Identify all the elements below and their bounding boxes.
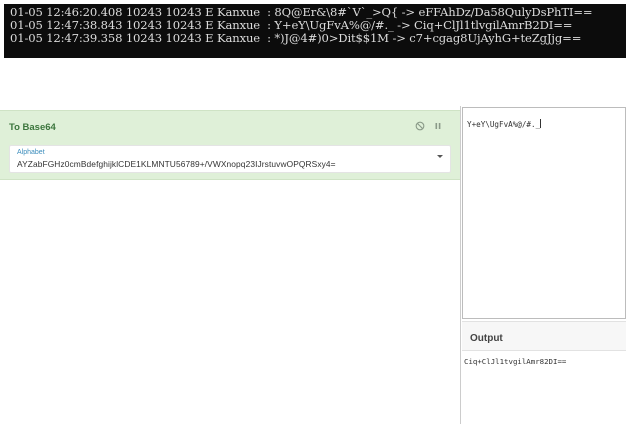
disable-icon[interactable] <box>414 120 426 132</box>
output-area[interactable]: Ciq+ClJl1tvgilAmr82DI== <box>462 352 626 418</box>
text-cursor <box>540 119 542 128</box>
recipe-panel: To Base64 Alphabet AYZabFGHz0cmBdefghijk… <box>0 106 460 424</box>
output-header: Output <box>462 321 626 351</box>
operation-controls <box>414 120 444 132</box>
pause-icon[interactable] <box>432 120 444 132</box>
chevron-down-icon[interactable] <box>437 155 443 158</box>
alphabet-select[interactable]: Alphabet AYZabFGHz0cmBdefghijklCDE1KLMNT… <box>9 145 451 173</box>
input-textarea[interactable]: Y+eY\UgFvA%@/#._ <box>462 107 626 319</box>
terminal-log: 01-05 12:46:20.408 10243 10243 E Kanxue … <box>4 4 626 58</box>
input-value: Y+eY\UgFvA%@/#._ <box>467 120 541 129</box>
alphabet-label: Alphabet <box>17 149 45 156</box>
alphabet-value: AYZabFGHz0cmBdefghijklCDE1KLMNTU56789+/V… <box>17 159 336 169</box>
operation-title: To Base64 <box>9 122 56 133</box>
operation-to-base64[interactable]: To Base64 Alphabet AYZabFGHz0cmBdefghijk… <box>0 110 460 180</box>
pane-divider[interactable] <box>460 106 461 424</box>
output-title: Output <box>470 333 503 344</box>
log-line: 01-05 12:47:39.358 10243 10243 E Kanxue … <box>10 31 582 45</box>
output-value: Ciq+ClJl1tvgilAmr82DI== <box>464 357 567 366</box>
